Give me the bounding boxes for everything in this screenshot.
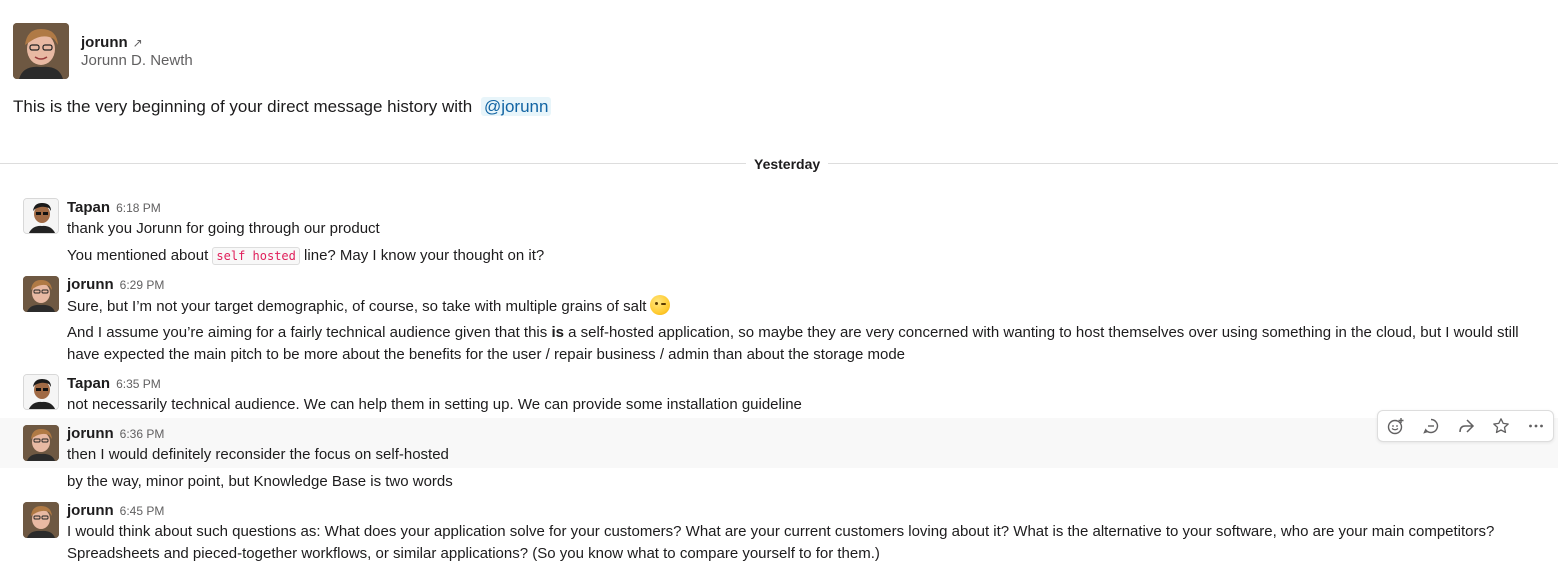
- message-timestamp[interactable]: 6:45 PM: [120, 504, 165, 518]
- avatar[interactable]: [23, 198, 59, 234]
- profile-handle[interactable]: jorunn: [81, 34, 128, 51]
- message-header: jorunn 6:29 PM: [67, 276, 164, 293]
- avatar-photo: [24, 199, 58, 233]
- message-actions-toolbar: [1377, 410, 1554, 442]
- message-text: thank you Jorunn for going through our p…: [67, 220, 380, 237]
- add-reaction-icon[interactable]: [1378, 411, 1413, 441]
- reply-thread-icon[interactable]: [1413, 411, 1448, 441]
- text-segment: Sure, but I’m not your target demographi…: [67, 298, 647, 315]
- dm-intro: This is the very beginning of your direc…: [13, 97, 552, 117]
- external-link-icon[interactable]: ↗: [133, 36, 143, 50]
- avatar-photo: [23, 502, 59, 538]
- sender-name[interactable]: jorunn: [67, 425, 114, 442]
- message-text: I would think about such questions as: W…: [67, 523, 1495, 562]
- text-segment: You mentioned about: [67, 247, 213, 264]
- avatar[interactable]: [23, 374, 59, 410]
- winking-face-icon: [650, 295, 671, 315]
- intro-text: This is the very beginning of your direc…: [13, 97, 477, 116]
- sender-name[interactable]: Tapan: [67, 375, 110, 392]
- star-icon[interactable]: [1483, 411, 1518, 441]
- sender-name[interactable]: Tapan: [67, 199, 110, 216]
- message-timestamp[interactable]: 6:35 PM: [116, 377, 161, 391]
- message-timestamp[interactable]: 6:29 PM: [120, 278, 165, 292]
- avatar-photo: [23, 276, 59, 312]
- bold-text: is: [551, 324, 564, 341]
- sender-name[interactable]: jorunn: [67, 276, 114, 293]
- message-timestamp[interactable]: 6:36 PM: [120, 427, 165, 441]
- day-divider-label[interactable]: Yesterday: [746, 154, 829, 174]
- message-text: You mentioned about self hosted line? Ma…: [67, 245, 544, 267]
- sender-name[interactable]: jorunn: [67, 502, 114, 519]
- message-timestamp[interactable]: 6:18 PM: [116, 201, 161, 215]
- profile-full-name: Jorunn D. Newth: [81, 52, 193, 69]
- user-mention[interactable]: @jorunn: [480, 97, 552, 116]
- avatar-photo: [13, 23, 69, 79]
- message-text: Sure, but I’m not your target demographi…: [67, 295, 671, 318]
- message-text: then I would definitely reconsider the f…: [67, 446, 449, 463]
- avatar-photo: [24, 375, 58, 409]
- avatar[interactable]: [23, 502, 59, 538]
- avatar[interactable]: [23, 276, 59, 312]
- message-header: jorunn 6:45 PM: [67, 502, 164, 519]
- message-header: Tapan 6:35 PM: [67, 375, 161, 392]
- message-text: And I assume you’re aiming for a fairly …: [67, 322, 1547, 366]
- text-segment: And I assume you’re aiming for a fairly …: [67, 324, 552, 341]
- message-text: by the way, minor point, but Knowledge B…: [67, 473, 453, 490]
- avatar-photo: [23, 425, 59, 461]
- profile-header: jorunn ↗ Jorunn D. Newth: [13, 23, 193, 79]
- inline-code: self hosted: [212, 247, 300, 265]
- message-header: Tapan 6:18 PM: [67, 199, 161, 216]
- share-icon[interactable]: [1448, 411, 1483, 441]
- more-icon[interactable]: [1518, 411, 1553, 441]
- avatar[interactable]: [23, 425, 59, 461]
- avatar[interactable]: [13, 23, 69, 79]
- message-header: jorunn 6:36 PM: [67, 425, 164, 442]
- message-text: not necessarily technical audience. We c…: [67, 396, 802, 413]
- text-segment: line? May I know your thought on it?: [299, 247, 545, 264]
